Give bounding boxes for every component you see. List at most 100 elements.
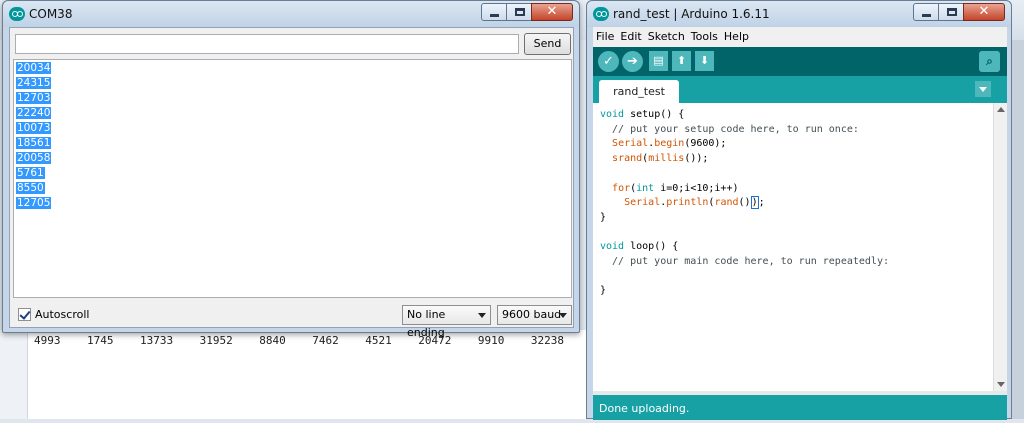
output-line: 12705 xyxy=(16,196,569,211)
minimize-button[interactable] xyxy=(913,3,939,21)
checkmark-icon: ✓ xyxy=(603,54,614,69)
serial-send-input[interactable] xyxy=(15,34,519,54)
code-segment: i=0;i<10;i++) xyxy=(654,182,739,194)
output-line-text: 12705 xyxy=(16,197,52,209)
scroll-down-icon[interactable] xyxy=(997,382,1005,387)
menu-tools[interactable]: Tools xyxy=(688,27,721,43)
save-sketch-button[interactable]: ⬇ xyxy=(695,51,714,71)
output-line: 20034 xyxy=(16,61,569,76)
output-line: 8550 xyxy=(16,181,569,196)
code-segment: } xyxy=(600,211,607,223)
code-function: srand xyxy=(612,153,643,165)
open-sketch-button[interactable]: ⬆ xyxy=(672,51,691,71)
close-icon: ✕ xyxy=(978,4,990,19)
serial-output[interactable]: 20034 24315 12703 22240 10073 18561 2005… xyxy=(13,59,572,298)
chevron-down-icon xyxy=(478,313,486,318)
output-line: 22240 xyxy=(16,106,569,121)
upload-button[interactable]: ➔ xyxy=(622,51,643,72)
tab-menu-button[interactable] xyxy=(975,81,991,97)
output-line: 24315 xyxy=(16,76,569,91)
code-text: void setup() { // put your setup code he… xyxy=(600,108,889,299)
code-segment: () xyxy=(738,197,751,209)
output-line-text: 10073 xyxy=(16,122,52,134)
send-button[interactable]: Send xyxy=(524,33,571,55)
editor-scrollbar[interactable] xyxy=(993,103,1007,391)
code-keyword: void xyxy=(600,109,625,120)
line-ending-select[interactable]: No line ending xyxy=(402,305,491,339)
output-line-text: 20034 xyxy=(16,62,52,74)
code-segment: (9600); xyxy=(684,138,727,150)
output-line-text: 8550 xyxy=(16,182,45,194)
arduino-ide-window: rand_test | Arduino 1.6.11 ✕ File Edit Ske… xyxy=(586,0,1012,420)
tab-rand-test[interactable]: rand_test xyxy=(599,80,679,103)
close-icon: ✕ xyxy=(546,4,558,19)
code-segment: } xyxy=(600,285,607,297)
minimize-button[interactable] xyxy=(481,3,507,21)
code-keyword: int xyxy=(636,182,655,194)
ide-titlebar[interactable]: rand_test | Arduino 1.6.11 ✕ xyxy=(587,1,1011,27)
output-line-text: 5761 xyxy=(16,167,45,179)
output-line-text: 12703 xyxy=(16,92,52,104)
background-number: 13733 xyxy=(140,334,174,347)
close-button[interactable]: ✕ xyxy=(531,3,573,21)
code-editor[interactable]: void setup() { // put your setup code he… xyxy=(593,103,1007,391)
menu-edit[interactable]: Edit xyxy=(617,27,644,43)
menu-help[interactable]: Help xyxy=(721,27,752,43)
code-class: Serial xyxy=(612,138,649,150)
code-function: println xyxy=(666,197,709,209)
baud-rate-value: 9600 baud xyxy=(502,308,562,321)
magnifier-icon: ⌕ xyxy=(986,54,993,68)
code-keyword: for xyxy=(612,182,631,194)
output-line: 20058 xyxy=(16,151,569,166)
sketch-tab-bar: rand_test xyxy=(593,76,1007,103)
ide-toolbar: ✓ ➔ ▤ ⬆ ⬇ ⌕ xyxy=(593,47,1007,76)
minimize-icon xyxy=(922,14,931,17)
background-number: 4993 xyxy=(34,334,61,347)
background-number: 1745 xyxy=(87,334,114,347)
code-segment: ()); xyxy=(684,153,709,165)
code-function: millis xyxy=(648,153,685,165)
code-comment: // put your setup code here, to run once… xyxy=(600,123,859,135)
output-line-text: 20058 xyxy=(16,152,52,164)
menu-file[interactable]: File xyxy=(593,27,617,43)
code-class: Serial xyxy=(624,197,661,209)
code-segment: loop() { xyxy=(624,241,679,253)
output-line: 10073 xyxy=(16,121,569,136)
output-line-text: 22240 xyxy=(16,107,52,119)
code-segment: setup() { xyxy=(624,109,685,120)
background-number: 31952 xyxy=(199,334,233,347)
minimize-icon xyxy=(490,14,499,17)
code-function: begin xyxy=(654,138,685,150)
close-button[interactable]: ✕ xyxy=(963,3,1005,21)
baud-rate-select[interactable]: 9600 baud xyxy=(497,305,572,325)
window-controls: ✕ xyxy=(913,3,1005,21)
background-number-row: 4993 1745 13733 31952 8840 7462 4521 204… xyxy=(34,334,564,347)
scroll-up-icon[interactable] xyxy=(997,107,1005,112)
maximize-button[interactable] xyxy=(506,3,532,21)
bracket-match-highlight: ) xyxy=(750,196,759,210)
serial-monitor-titlebar[interactable]: COM38 ✕ xyxy=(3,1,579,27)
maximize-icon xyxy=(947,8,957,16)
background-window-edge xyxy=(1012,40,1024,419)
serial-monitor-button[interactable]: ⌕ xyxy=(979,51,1000,72)
code-function: rand xyxy=(714,197,739,209)
autoscroll-label: Autoscroll xyxy=(35,308,90,321)
autoscroll-checkbox[interactable] xyxy=(18,308,31,321)
menu-sketch[interactable]: Sketch xyxy=(645,27,688,43)
code-segment: ; xyxy=(758,197,765,209)
new-sketch-button[interactable]: ▤ xyxy=(649,51,668,71)
arduino-logo-icon xyxy=(9,7,25,21)
window-title: rand_test | Arduino 1.6.11 xyxy=(613,7,770,21)
serial-monitor-footer: Autoscroll No line ending 9600 baud xyxy=(10,301,573,339)
background-number: 7462 xyxy=(312,334,339,347)
arrow-right-icon: ➔ xyxy=(627,54,638,69)
maximize-button[interactable] xyxy=(938,3,964,21)
line-ending-value: No line ending xyxy=(407,308,446,339)
background-number: 9910 xyxy=(477,334,505,347)
output-line-text: 24315 xyxy=(16,77,52,89)
background-number: 8840 xyxy=(259,334,286,347)
verify-button[interactable]: ✓ xyxy=(598,51,619,72)
chevron-down-icon xyxy=(559,313,567,318)
